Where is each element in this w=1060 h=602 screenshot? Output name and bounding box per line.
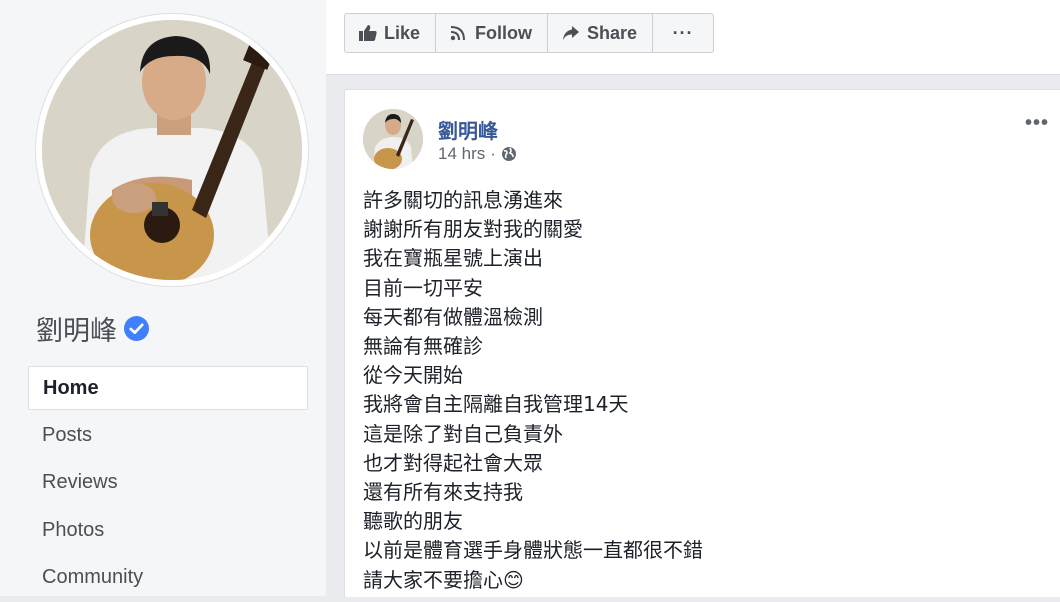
post-text: 許多關切的訊息湧進來 謝謝所有朋友對我的關愛 我在寶瓶星號上演出 目前一切平安 … — [363, 186, 703, 595]
nav-item-posts[interactable]: Posts — [28, 412, 308, 458]
share-arrow-icon — [562, 25, 580, 41]
nav-item-home[interactable]: Home — [28, 366, 308, 410]
follow-label: Follow — [475, 22, 533, 43]
share-button[interactable]: Share — [547, 13, 654, 53]
post-author-name[interactable]: 劉明峰 — [438, 115, 498, 144]
page-name[interactable]: 劉明峰 — [36, 309, 117, 348]
post-card: 劉明峰 14 hrs · ••• 許多關切的訊息湧進來 謝謝所有朋友對我的關愛 … — [344, 89, 1060, 597]
share-label: Share — [587, 22, 638, 43]
post-line: 每天都有做體溫檢測 — [363, 304, 543, 329]
post-line: 我在寶瓶星號上演出 — [363, 246, 543, 271]
post-line: 無論有無確診 — [363, 334, 483, 359]
page-action-bar: Like Follow Share ··· — [326, 0, 1060, 75]
nav-item-community[interactable]: Community — [28, 554, 308, 600]
meta-separator: · — [490, 144, 496, 163]
profile-picture[interactable] — [36, 14, 308, 286]
nav-item-reviews[interactable]: Reviews — [28, 459, 308, 505]
post-line: 謝謝所有朋友對我的關愛 — [363, 217, 583, 242]
post-line: 聽歌的朋友 — [363, 509, 463, 534]
verified-badge-icon — [124, 315, 149, 341]
post-timestamp[interactable]: 14 hrs — [438, 144, 485, 164]
rss-icon — [450, 25, 468, 41]
post-line: 這是除了對自己負責外 — [363, 421, 563, 446]
post-line: 也才對得起社會大眾 — [363, 450, 543, 475]
globe-icon — [501, 147, 516, 161]
like-label: Like — [384, 22, 421, 43]
post-line: 還有所有來支持我 — [363, 480, 523, 505]
post-line: 目前一切平安 — [363, 275, 483, 300]
post-options-button[interactable]: ••• — [1025, 112, 1049, 135]
post-author-avatar[interactable] — [363, 109, 423, 169]
left-column: 劉明峰 Home Posts Reviews Photos Community — [0, 0, 326, 596]
action-button-group: Like Follow Share ··· — [344, 13, 715, 53]
post-line: 從今天開始 — [363, 363, 463, 388]
post-line: 請大家不要擔心😊 — [363, 567, 524, 592]
post-line: 我將會自主隔離自我管理14天 — [363, 392, 629, 417]
post-line: 許多關切的訊息湧進來 — [363, 188, 563, 212]
follow-button[interactable]: Follow — [435, 13, 549, 53]
post-meta: 14 hrs · — [438, 144, 517, 164]
page-nav: Home Posts Reviews Photos Community — [28, 366, 308, 602]
thumbs-up-icon — [359, 25, 377, 41]
profile-photo — [42, 20, 302, 280]
page-name-row: 劉明峰 — [36, 308, 149, 348]
post-line: 以前是體育選手身體狀態一直都很不錯 — [363, 538, 703, 563]
like-button[interactable]: Like — [344, 13, 437, 53]
more-options-button[interactable]: ··· — [652, 13, 715, 53]
nav-item-photos[interactable]: Photos — [28, 507, 308, 553]
